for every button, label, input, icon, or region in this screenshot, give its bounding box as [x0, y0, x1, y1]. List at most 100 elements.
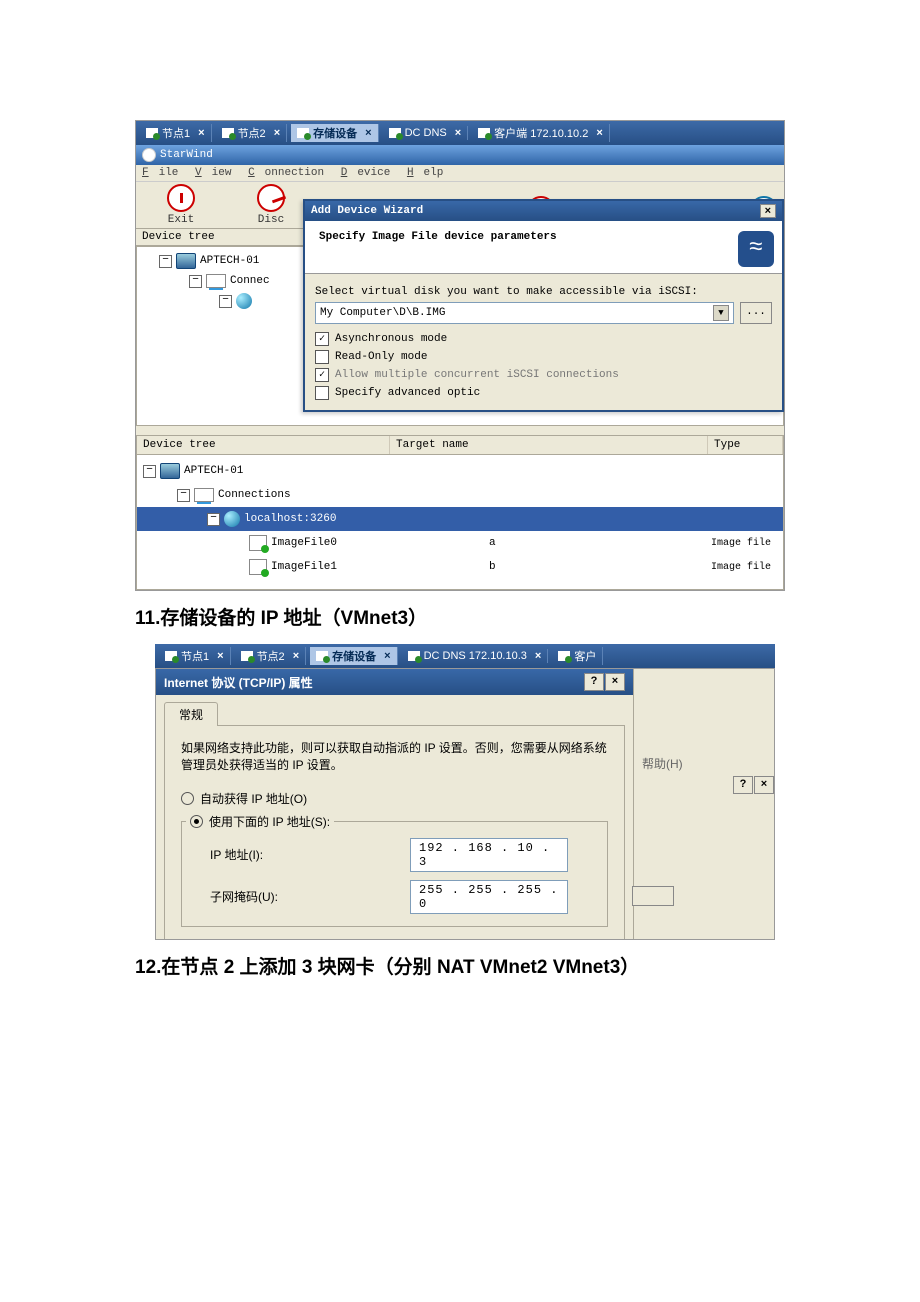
- radio-use-ip[interactable]: 使用下面的 IP 地址(S):: [190, 813, 330, 830]
- dialog-close-button[interactable]: ×: [754, 776, 774, 794]
- col-device-tree[interactable]: Device tree: [137, 436, 390, 454]
- radio-auto-ip[interactable]: 自动获得 IP 地址(O): [181, 790, 608, 807]
- table-row[interactable]: −Connections: [137, 483, 783, 507]
- monitor-icon: [558, 651, 570, 661]
- table-row-selected[interactable]: −localhost:3260: [137, 507, 783, 531]
- wizard-close-button[interactable]: ×: [760, 204, 776, 218]
- table-row[interactable]: −APTECH-01: [137, 459, 783, 483]
- monitor-icon: [389, 128, 401, 138]
- tab-client-partial[interactable]: 客户: [552, 647, 603, 665]
- dialog-titlebar: Internet 协议 (TCP/IP) 属性 ? ×: [156, 669, 633, 695]
- tab-storage[interactable]: 存储设备×: [291, 124, 378, 142]
- monitor-icon: [222, 128, 234, 138]
- vm-tabbar-1: 节点1× 节点2× 存储设备× DC DNS× 客户端 172.10.10.2×: [136, 121, 784, 145]
- tab-dc-dns[interactable]: DC DNS 172.10.10.3×: [402, 649, 549, 663]
- checkbox-icon[interactable]: [315, 386, 329, 400]
- tab-client[interactable]: 客户端 172.10.10.2×: [472, 124, 610, 142]
- ip-address-input[interactable]: 192 . 168 . 10 . 3: [410, 838, 568, 872]
- power-icon: [167, 184, 195, 212]
- tcpip-dialog: Internet 协议 (TCP/IP) 属性 ? × 常规 如果网络支持此功能…: [156, 669, 633, 939]
- checkbox-icon[interactable]: [315, 332, 329, 346]
- wizard-heading: Specify Image File device parameters: [319, 231, 557, 243]
- close-icon[interactable]: ×: [217, 650, 223, 662]
- radio-icon[interactable]: [181, 792, 194, 805]
- wave-icon: ≈: [738, 231, 774, 267]
- wizard-title-text: Add Device Wizard: [311, 205, 423, 217]
- doc-heading-12: 12.在节点 2 上添加 3 块网卡（分别 NAT VMnet2 VMnet3）: [135, 952, 785, 979]
- collapse-icon[interactable]: −: [207, 513, 220, 526]
- opt-readonly-row[interactable]: Read-Only mode: [315, 350, 772, 364]
- close-icon[interactable]: ×: [596, 127, 602, 139]
- app-icon: [142, 148, 156, 162]
- col-target-name[interactable]: Target name: [390, 436, 708, 454]
- dialog-title-text: Internet 协议 (TCP/IP) 属性: [164, 674, 313, 691]
- tab-general[interactable]: 常规: [164, 702, 218, 726]
- wizard-body: Select virtual disk you want to make acc…: [305, 274, 782, 410]
- imagefile-icon: [249, 559, 267, 575]
- tab-storage[interactable]: 存储设备×: [310, 647, 397, 665]
- radio-icon[interactable]: [190, 815, 203, 828]
- tab-node2[interactable]: 节点2×: [235, 647, 307, 665]
- col-type[interactable]: Type: [708, 436, 783, 454]
- close-icon[interactable]: ×: [198, 127, 204, 139]
- toolbar-exit[interactable]: Exit: [136, 184, 226, 226]
- close-icon[interactable]: ×: [455, 127, 461, 139]
- tab-node2[interactable]: 节点2×: [216, 124, 288, 142]
- table-row[interactable]: ImageFile1 b Image file: [137, 555, 783, 579]
- opt-async-row[interactable]: Asynchronous mode: [315, 332, 772, 346]
- side-panel: 帮助(H) ? ×: [633, 669, 774, 939]
- table-row[interactable]: ImageFile0 a Image file: [137, 531, 783, 555]
- dialog-description: 如果网络支持此功能，则可以获取自动指派的 IP 设置。否则，您需要从网络系统管理…: [181, 740, 608, 774]
- wizard-prompt: Select virtual disk you want to make acc…: [315, 286, 772, 298]
- close-icon[interactable]: ×: [384, 650, 390, 662]
- dialog-help-button[interactable]: ?: [584, 673, 604, 691]
- monitor-icon: [408, 651, 420, 661]
- collapse-icon[interactable]: −: [143, 465, 156, 478]
- tab-node1[interactable]: 节点1×: [140, 124, 212, 142]
- menu-help[interactable]: Help: [407, 167, 443, 179]
- network-icon: [206, 274, 226, 288]
- collapse-icon[interactable]: −: [189, 275, 202, 288]
- doc-heading-11: 11.存储设备的 IP 地址（VMnet3）: [135, 603, 785, 630]
- vm-tabbar-2: 节点1× 节点2× 存储设备× DC DNS 172.10.10.3× 客户: [155, 644, 775, 668]
- subnet-mask-label: 子网掩码(U):: [186, 888, 370, 905]
- close-icon[interactable]: ×: [535, 650, 541, 662]
- screenshot-tcpip: 节点1× 节点2× 存储设备× DC DNS 172.10.10.3× 客户 I…: [155, 644, 775, 940]
- wizard-header: Specify Image File device parameters ≈: [305, 221, 782, 274]
- screenshot-starwind: 节点1× 节点2× 存储设备× DC DNS× 客户端 172.10.10.2×…: [135, 120, 785, 591]
- menu-view[interactable]: View: [195, 167, 231, 179]
- close-icon[interactable]: ×: [365, 127, 371, 139]
- chevron-down-icon[interactable]: ▼: [713, 305, 729, 321]
- menu-device[interactable]: Device: [341, 167, 391, 179]
- dialog-help-button[interactable]: ?: [733, 776, 753, 794]
- checkbox-icon[interactable]: [315, 350, 329, 364]
- menu-connection[interactable]: Connection: [248, 167, 324, 179]
- tab-node1[interactable]: 节点1×: [159, 647, 231, 665]
- monitor-icon: [165, 651, 177, 661]
- menu-file[interactable]: File: [142, 167, 178, 179]
- disk-path-combo[interactable]: My Computer\D\B.IMG ▼: [315, 302, 734, 324]
- collapse-icon[interactable]: −: [219, 295, 232, 308]
- computer-icon: [176, 253, 196, 269]
- checkbox-icon[interactable]: [315, 368, 329, 382]
- add-device-wizard: Add Device Wizard × Specify Image File d…: [303, 199, 784, 412]
- disk-path-value: My Computer\D\B.IMG: [320, 307, 445, 319]
- globe-icon: [224, 511, 240, 527]
- device-grid: Device tree Target name Type −APTECH-01 …: [136, 435, 784, 590]
- wizard-titlebar: Add Device Wizard ×: [305, 201, 782, 221]
- subnet-mask-input[interactable]: 255 . 255 . 255 . 0: [410, 880, 568, 914]
- collapse-icon[interactable]: −: [159, 255, 172, 268]
- monitor-icon: [146, 128, 158, 138]
- help-link[interactable]: 帮助(H): [642, 757, 683, 771]
- opt-adv-row[interactable]: Specify advanced optic: [315, 386, 772, 400]
- browse-button[interactable]: ...: [740, 302, 772, 324]
- close-icon[interactable]: ×: [274, 127, 280, 139]
- monitor-icon: [241, 651, 253, 661]
- network-icon: [194, 488, 214, 502]
- collapse-icon[interactable]: −: [177, 489, 190, 502]
- monitor-icon: [478, 128, 490, 138]
- tab-dc-dns[interactable]: DC DNS×: [383, 126, 469, 140]
- dialog-close-button[interactable]: ×: [605, 673, 625, 691]
- close-icon[interactable]: ×: [293, 650, 299, 662]
- opt-multi-row[interactable]: Allow multiple concurrent iSCSI connecti…: [315, 368, 772, 382]
